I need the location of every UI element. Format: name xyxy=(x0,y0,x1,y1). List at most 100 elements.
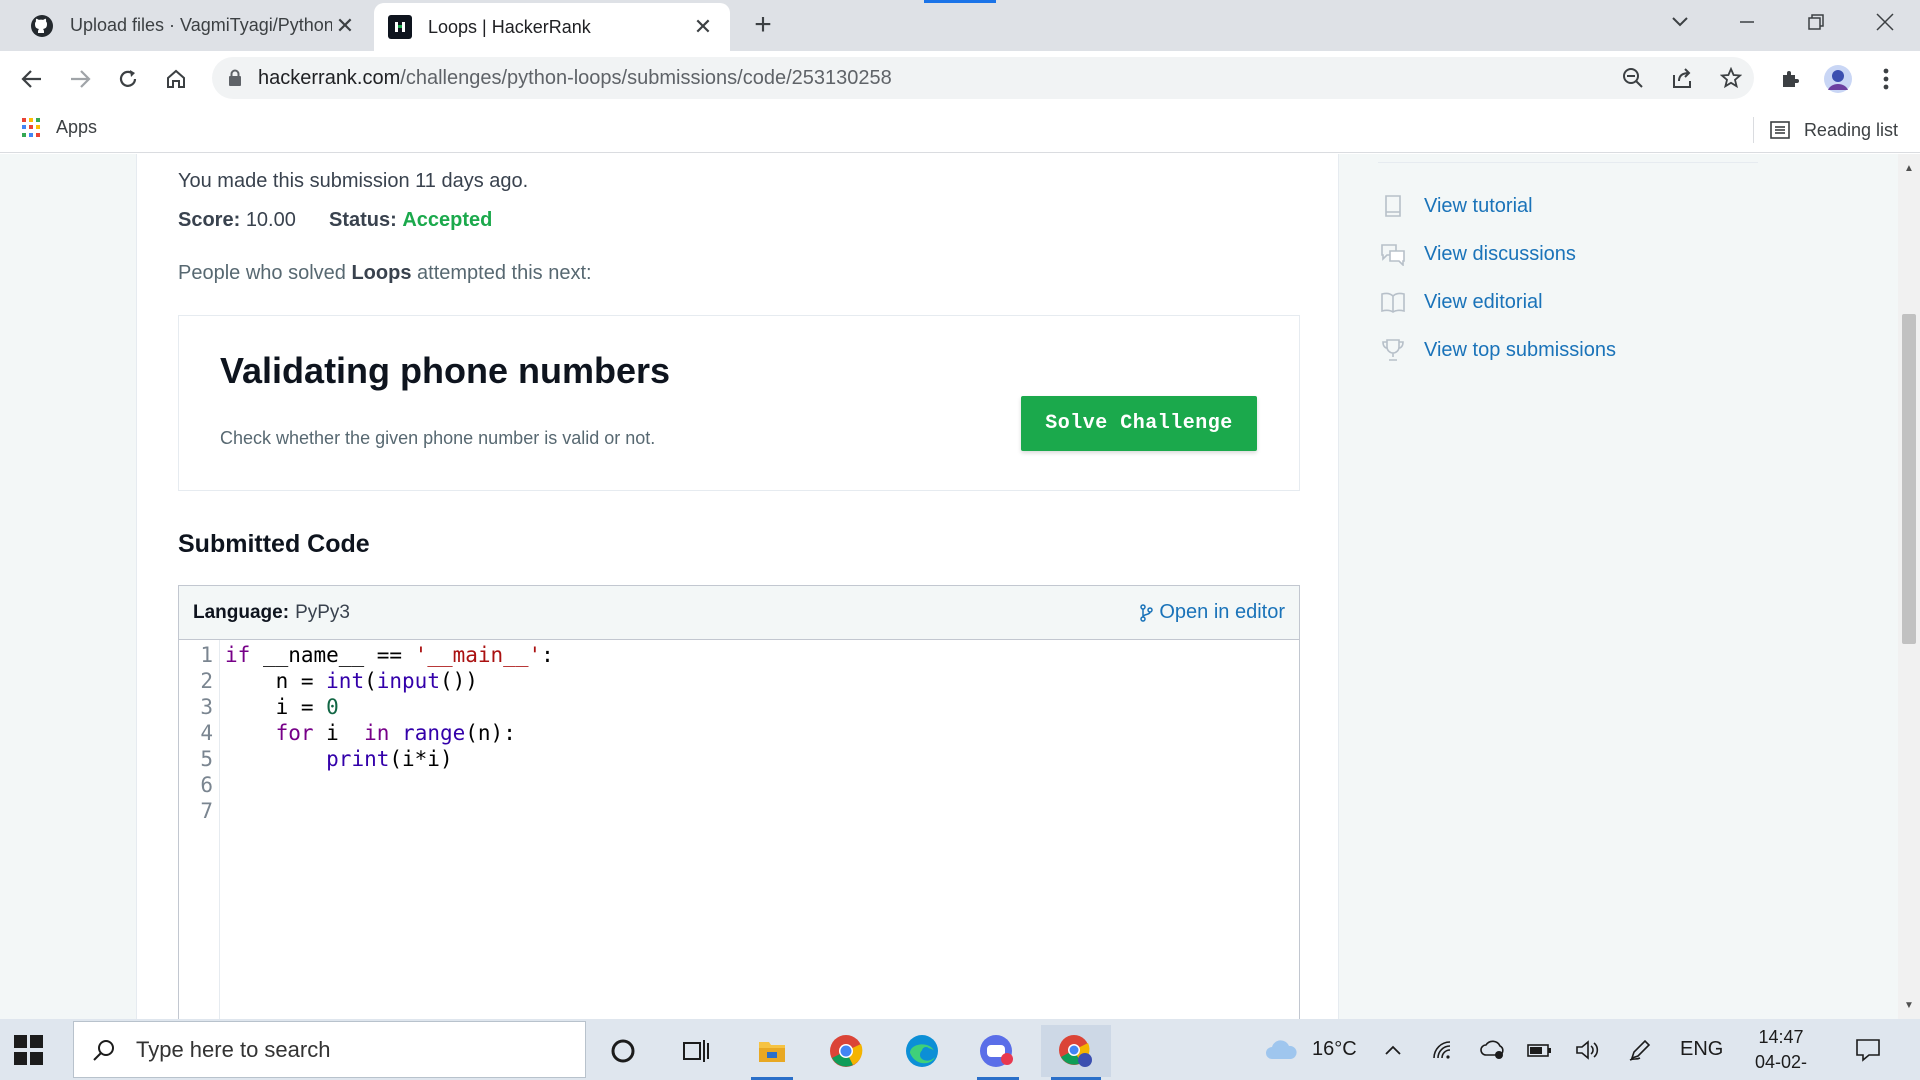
extensions-puzzle-icon[interactable] xyxy=(1775,64,1805,94)
chrome-menu-icon[interactable] xyxy=(1871,64,1901,94)
sidebar-divider xyxy=(1378,162,1758,163)
line-number: 5 xyxy=(200,747,213,771)
scroll-down-arrow-icon[interactable]: ▼ xyxy=(1898,995,1920,1015)
home-icon[interactable] xyxy=(158,61,194,97)
close-window-icon[interactable] xyxy=(1857,0,1913,44)
next-challenge-description: Check whether the given phone number is … xyxy=(220,428,656,448)
taskbar-search-input[interactable] xyxy=(136,1036,536,1063)
tab-search-chevron-icon[interactable] xyxy=(1652,0,1708,44)
open-in-editor-link[interactable]: Open in editor xyxy=(1139,601,1285,624)
network-wifi-icon[interactable] xyxy=(1432,1019,1456,1080)
chat-app-icon[interactable] xyxy=(967,1025,1029,1080)
code-line: if __name__ == '__main__': xyxy=(225,643,554,667)
next-challenge-title[interactable]: Validating phone numbers xyxy=(220,350,670,392)
clock-time: 14:47 xyxy=(1758,1027,1804,1047)
tab-hackerrank-loops[interactable]: Loops | HackerRank ✕ xyxy=(374,3,730,51)
status-label: Status: xyxy=(329,209,397,231)
tab-title: Upload files · VagmiTyagi/Python xyxy=(70,15,332,35)
weather-temperature: 16°C xyxy=(1312,1038,1357,1060)
system-clock[interactable]: 14:47 04-02-2022 xyxy=(1735,1025,1827,1080)
discussions-icon xyxy=(1380,241,1406,267)
reload-icon[interactable] xyxy=(110,61,146,97)
tab-strip: Upload files · VagmiTyagi/Python ✕ Loops… xyxy=(0,0,1920,51)
edge-icon[interactable] xyxy=(891,1025,953,1077)
url-path: /challenges/python-loops/submissions/cod… xyxy=(400,66,892,89)
solve-challenge-button[interactable]: Solve Challenge xyxy=(1021,396,1257,451)
apps-grid-icon xyxy=(22,117,42,138)
windows-taskbar: 16°C ENG 14:47 04-02-2022 xyxy=(0,1019,1920,1080)
profile-avatar[interactable] xyxy=(1823,64,1853,94)
share-icon[interactable] xyxy=(1670,66,1694,90)
line-number: 6 xyxy=(200,773,213,797)
code-line: print(i*i) xyxy=(326,747,453,771)
language-value: PyPy3 xyxy=(295,601,350,623)
address-bar[interactable]: hackerrank.com/challenges/python-loops/s… xyxy=(212,57,1754,99)
view-top-submissions-link[interactable]: View top submissions xyxy=(1380,326,1616,374)
scroll-up-arrow-icon[interactable]: ▲ xyxy=(1898,158,1920,178)
tab-github-upload[interactable]: Upload files · VagmiTyagi/Python ✕ xyxy=(12,0,372,51)
new-tab-button[interactable]: + xyxy=(746,8,780,42)
next-challenge-card: Validating phone numbers Check whether t… xyxy=(178,315,1300,491)
task-view-icon[interactable] xyxy=(665,1025,727,1077)
people-suffix: attempted this next: xyxy=(411,262,592,284)
line-number: 3 xyxy=(200,695,213,719)
view-editorial-link[interactable]: View editorial xyxy=(1380,278,1616,326)
editorial-icon xyxy=(1380,289,1406,315)
people-prefix: People who solved xyxy=(178,262,352,284)
pen-workspace-icon[interactable] xyxy=(1628,1019,1652,1080)
apps-shortcut[interactable]: Apps xyxy=(22,117,97,138)
close-tab-icon[interactable]: ✕ xyxy=(690,14,716,40)
minimize-icon[interactable] xyxy=(1719,0,1775,44)
view-editorial-label: View editorial xyxy=(1424,290,1543,313)
url-host: hackerrank.com xyxy=(258,66,401,89)
input-language-indicator[interactable]: ENG xyxy=(1680,1019,1723,1080)
battery-icon[interactable] xyxy=(1526,1019,1554,1080)
file-explorer-icon[interactable] xyxy=(741,1025,803,1080)
weather-widget[interactable]: 16°C xyxy=(1264,1019,1357,1080)
code-panel: Language: PyPy3 Open in editor 1234567 i… xyxy=(178,585,1300,1019)
notifications-icon[interactable] xyxy=(1855,1019,1881,1080)
score-value: 10.00 xyxy=(245,209,296,231)
scroll-thumb[interactable] xyxy=(1902,314,1916,644)
view-discussions-link[interactable]: View discussions xyxy=(1380,230,1616,278)
chrome-icon[interactable] xyxy=(815,1025,877,1077)
zoom-icon[interactable] xyxy=(1621,66,1645,90)
code-lines: if __name__ == '__main__': n = int(input… xyxy=(220,640,554,1019)
bookmark-star-icon[interactable] xyxy=(1719,66,1743,90)
windows-start-icon[interactable] xyxy=(14,1035,44,1065)
bookmarks-bar: Apps Reading list xyxy=(0,105,1920,153)
line-number: 1 xyxy=(200,643,213,667)
hackerrank-icon xyxy=(388,15,412,39)
reading-list-label: Reading list xyxy=(1803,119,1898,140)
code-editor[interactable]: 1234567 if __name__ == '__main__': n = i… xyxy=(179,640,1299,1019)
reading-list-icon xyxy=(1770,121,1790,139)
onedrive-sync-icon[interactable] xyxy=(1480,1019,1506,1080)
volume-icon[interactable] xyxy=(1574,1019,1600,1080)
view-tutorial-link[interactable]: View tutorial xyxy=(1380,182,1616,230)
reading-list-button[interactable]: Reading list xyxy=(1752,117,1898,143)
close-tab-icon[interactable]: ✕ xyxy=(332,13,358,39)
cortana-icon[interactable] xyxy=(592,1025,654,1077)
forward-arrow-icon[interactable] xyxy=(62,61,98,97)
line-number: 2 xyxy=(200,669,213,693)
divider xyxy=(1752,117,1754,143)
taskbar-search-box[interactable] xyxy=(73,1021,586,1078)
trophy-icon xyxy=(1380,337,1406,363)
people-next-text: People who solved Loops attempted this n… xyxy=(178,262,592,285)
cloud-icon xyxy=(1266,1039,1297,1059)
view-discussions-label: View discussions xyxy=(1424,242,1576,265)
lock-icon[interactable] xyxy=(228,69,242,87)
line-number: 4 xyxy=(200,721,213,745)
sidebar-links: View tutorial View discussions View edit… xyxy=(1380,182,1616,374)
chrome-profile-window-icon[interactable] xyxy=(1041,1025,1111,1080)
status-badge: Accepted xyxy=(402,209,493,231)
show-hidden-icons-chevron-icon[interactable] xyxy=(1384,1019,1402,1080)
page-scrollbar[interactable]: ▲ ▼ xyxy=(1898,154,1920,1019)
back-arrow-icon[interactable] xyxy=(14,61,50,97)
restore-icon[interactable] xyxy=(1788,0,1844,44)
line-number: 7 xyxy=(200,799,213,823)
code-panel-header: Language: PyPy3 Open in editor xyxy=(179,586,1299,640)
browser-toolbar: hackerrank.com/challenges/python-loops/s… xyxy=(0,51,1920,105)
